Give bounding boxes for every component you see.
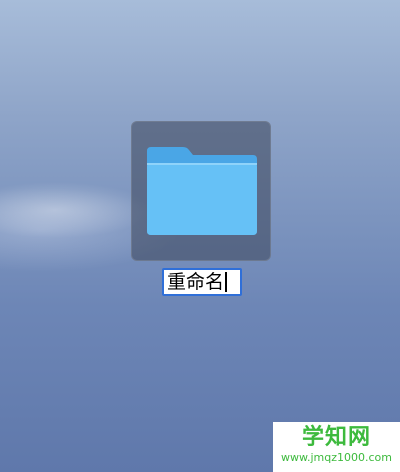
watermark-url: www.jmqz1000.com bbox=[281, 451, 392, 464]
rename-input[interactable]: 重命名 bbox=[164, 270, 240, 294]
watermark: 学知网 www.jmqz1000.com bbox=[273, 422, 400, 472]
watermark-title: 学知网 bbox=[301, 425, 371, 450]
rename-field[interactable]: 重命名 bbox=[162, 268, 242, 296]
rename-text: 重命名 bbox=[167, 271, 225, 293]
desktop-background[interactable]: 重命名 学知网 www.jmqz1000.com bbox=[0, 0, 400, 472]
text-caret bbox=[225, 272, 227, 292]
folder-icon[interactable] bbox=[143, 143, 261, 239]
